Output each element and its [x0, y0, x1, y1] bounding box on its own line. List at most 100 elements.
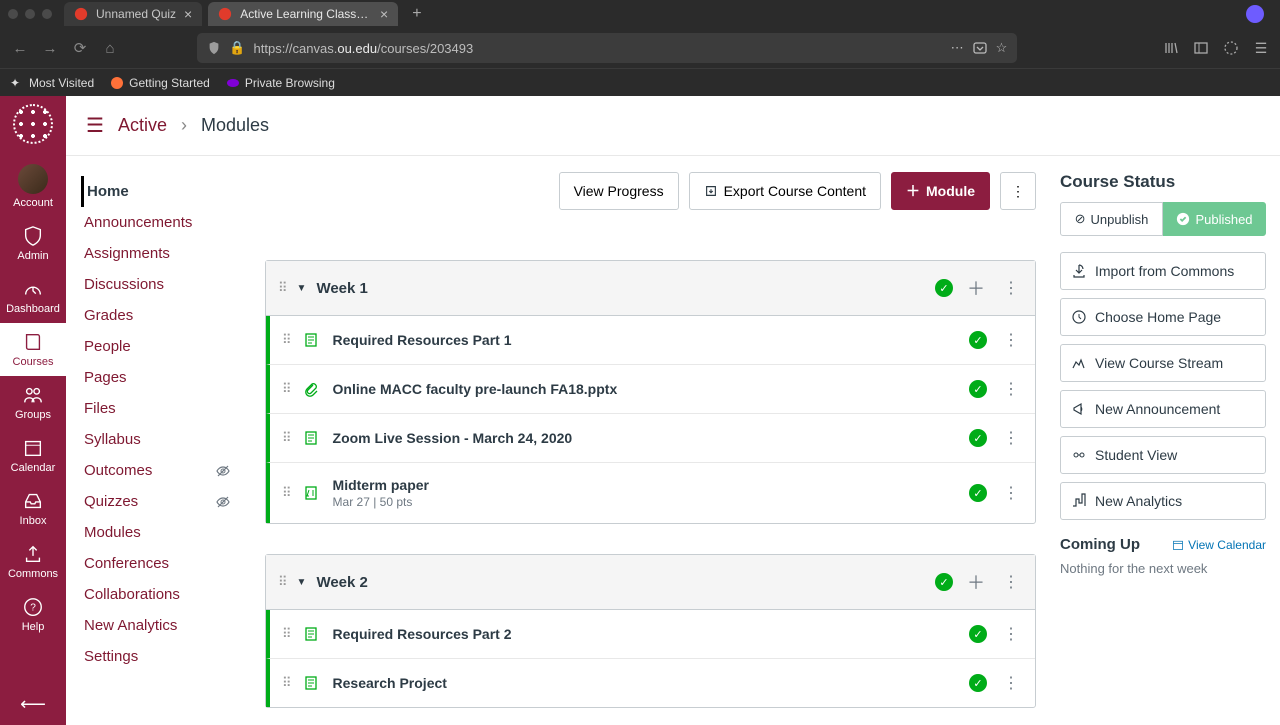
unpublish-button[interactable]: ⊘ Unpublish [1060, 202, 1163, 236]
nav-inbox[interactable]: Inbox [0, 482, 66, 535]
new-tab-button[interactable]: + [404, 5, 429, 23]
published-button[interactable]: Published [1163, 202, 1266, 236]
drag-handle-icon[interactable]: ⠿ [282, 381, 291, 397]
published-check-icon[interactable]: ✓ [969, 331, 987, 349]
extension-icon[interactable] [1246, 5, 1264, 23]
course-nav-conferences[interactable]: Conferences [84, 548, 241, 579]
bookmark-private-browsing[interactable]: Private Browsing [226, 76, 335, 90]
browser-tab[interactable]: Active Learning Classroom Cur × [208, 2, 398, 26]
library-icon[interactable] [1162, 39, 1180, 57]
published-check-icon[interactable]: ✓ [935, 573, 953, 591]
module-item[interactable]: ⠿ Research Project ✓ ⋮ [266, 659, 1035, 707]
breadcrumb-course[interactable]: Active [118, 115, 167, 136]
published-check-icon[interactable]: ✓ [969, 674, 987, 692]
reload-button[interactable]: ⟳ [70, 39, 90, 57]
course-nav-discussions[interactable]: Discussions [84, 269, 241, 300]
course-nav-announcements[interactable]: Announcements [84, 207, 241, 238]
module-item[interactable]: ⠿ Midterm paper Mar 27 | 50 pts ✓ ⋮ [266, 463, 1035, 523]
module-header[interactable]: ⠿ ▼ Week 1 ✓ ＋ ⋮ [266, 261, 1035, 316]
module-options-button[interactable]: ⋮ [999, 572, 1023, 592]
module-item[interactable]: ⠿ Online MACC faculty pre-launch FA18.pp… [266, 365, 1035, 414]
back-button[interactable]: ← [10, 40, 30, 57]
view-calendar-link[interactable]: View Calendar [1172, 538, 1266, 552]
nav-admin[interactable]: Admin [0, 217, 66, 270]
pocket-icon[interactable] [972, 40, 988, 56]
bookmark-star-icon[interactable]: ☆ [996, 40, 1008, 56]
export-course-button[interactable]: Export Course Content [689, 172, 881, 210]
sidebar-toggle-icon[interactable] [1192, 39, 1210, 57]
course-nav-outcomes[interactable]: Outcomes [84, 455, 241, 486]
drag-handle-icon[interactable]: ⠿ [282, 332, 291, 348]
hamburger-icon[interactable]: ☰ [86, 113, 104, 138]
menu-icon[interactable]: ☰ [1252, 39, 1270, 57]
browser-tab[interactable]: Unnamed Quiz × [64, 2, 202, 26]
canvas-logo-icon[interactable] [13, 104, 53, 144]
view-progress-button[interactable]: View Progress [559, 172, 679, 210]
more-actions-button[interactable]: ⋮ [1000, 172, 1036, 210]
course-nav-quizzes[interactable]: Quizzes [84, 486, 241, 517]
sidebar-new-announcement[interactable]: New Announcement [1060, 390, 1266, 428]
bookmark-most-visited[interactable]: ✦ Most Visited [10, 76, 94, 90]
module-item[interactable]: ⠿ Zoom Live Session - March 24, 2020 ✓ ⋮ [266, 414, 1035, 463]
shield-icon[interactable] [207, 41, 221, 55]
close-tab-icon[interactable]: × [184, 6, 192, 22]
nav-account[interactable]: Account [0, 156, 66, 217]
item-options-button[interactable]: ⋮ [999, 673, 1023, 693]
item-options-button[interactable]: ⋮ [999, 379, 1023, 399]
sidebar-view-course-stream[interactable]: View Course Stream [1060, 344, 1266, 382]
course-nav-syllabus[interactable]: Syllabus [84, 424, 241, 455]
drag-handle-icon[interactable]: ⠿ [282, 430, 291, 446]
collapse-nav-button[interactable]: ⟵ [20, 684, 46, 725]
published-check-icon[interactable]: ✓ [969, 429, 987, 447]
course-nav-collaborations[interactable]: Collaborations [84, 579, 241, 610]
item-options-button[interactable]: ⋮ [999, 483, 1023, 503]
address-bar[interactable]: 🔒 https://canvas.ou.edu/courses/203493 ⋯… [197, 33, 1017, 63]
course-nav-home[interactable]: Home [81, 176, 241, 207]
item-options-button[interactable]: ⋮ [999, 428, 1023, 448]
published-check-icon[interactable]: ✓ [935, 279, 953, 297]
sidebar-import-from-commons[interactable]: Import from Commons [1060, 252, 1266, 290]
add-item-button[interactable]: ＋ [963, 569, 989, 595]
profile-icon[interactable] [1222, 39, 1240, 57]
published-check-icon[interactable]: ✓ [969, 380, 987, 398]
drag-handle-icon[interactable]: ⠿ [278, 574, 287, 590]
published-check-icon[interactable]: ✓ [969, 625, 987, 643]
module-options-button[interactable]: ⋮ [999, 278, 1023, 298]
nav-dashboard[interactable]: Dashboard [0, 270, 66, 323]
sidebar-choose-home-page[interactable]: Choose Home Page [1060, 298, 1266, 336]
module-item[interactable]: ⠿ Required Resources Part 1 ✓ ⋮ [266, 316, 1035, 365]
bookmark-getting-started[interactable]: Getting Started [110, 76, 210, 90]
add-module-button[interactable]: ＋ Module [891, 172, 990, 210]
course-nav-people[interactable]: People [84, 331, 241, 362]
course-nav-settings[interactable]: Settings [84, 641, 241, 672]
drag-handle-icon[interactable]: ⠿ [278, 280, 287, 296]
add-item-button[interactable]: ＋ [963, 275, 989, 301]
sidebar-new-analytics[interactable]: New Analytics [1060, 482, 1266, 520]
nav-courses[interactable]: Courses [0, 323, 66, 376]
drag-handle-icon[interactable]: ⠿ [282, 675, 291, 691]
course-nav-grades[interactable]: Grades [84, 300, 241, 331]
item-options-button[interactable]: ⋮ [999, 624, 1023, 644]
nav-help[interactable]: ? Help [0, 588, 66, 641]
course-nav-new-analytics[interactable]: New Analytics [84, 610, 241, 641]
nav-groups[interactable]: Groups [0, 376, 66, 429]
course-nav-modules[interactable]: Modules [84, 517, 241, 548]
course-nav-pages[interactable]: Pages [84, 362, 241, 393]
zoom-window-icon[interactable] [42, 9, 52, 19]
home-button[interactable]: ⌂ [100, 40, 120, 57]
close-tab-icon[interactable]: × [380, 6, 388, 22]
nav-calendar[interactable]: Calendar [0, 429, 66, 482]
item-options-button[interactable]: ⋮ [999, 330, 1023, 350]
lock-icon[interactable]: 🔒 [229, 40, 245, 56]
forward-button[interactable]: → [40, 40, 60, 57]
drag-handle-icon[interactable]: ⠿ [282, 626, 291, 642]
module-header[interactable]: ⠿ ▼ Week 2 ✓ ＋ ⋮ [266, 555, 1035, 610]
course-nav-assignments[interactable]: Assignments [84, 238, 241, 269]
close-window-icon[interactable] [8, 9, 18, 19]
minimize-window-icon[interactable] [25, 9, 35, 19]
drag-handle-icon[interactable]: ⠿ [282, 485, 291, 501]
nav-commons[interactable]: Commons [0, 535, 66, 588]
caret-down-icon[interactable]: ▼ [297, 283, 307, 294]
caret-down-icon[interactable]: ▼ [297, 577, 307, 588]
module-item[interactable]: ⠿ Required Resources Part 2 ✓ ⋮ [266, 610, 1035, 659]
